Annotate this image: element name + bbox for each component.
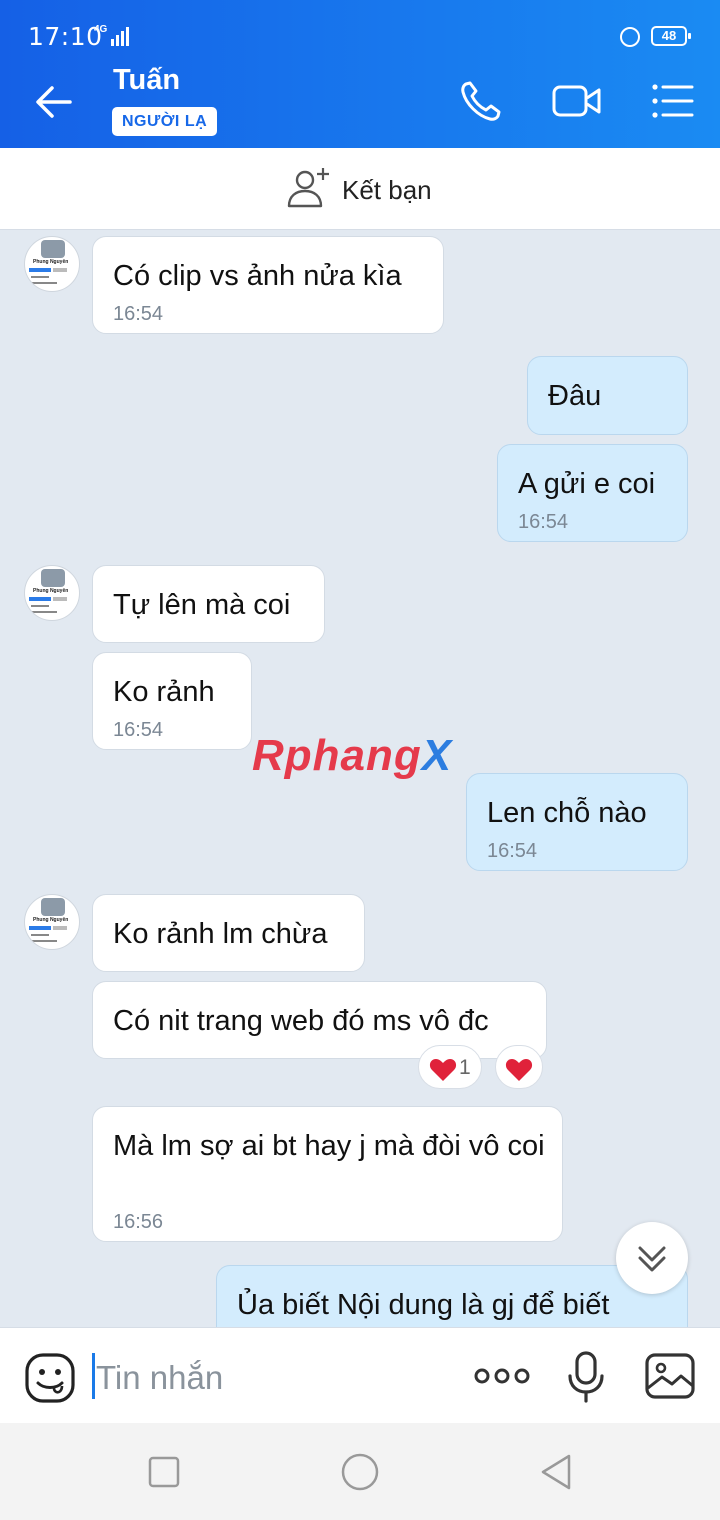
message-text: Ko rảnh lm chừa <box>113 918 328 950</box>
avatar[interactable]: Phung Nguyên <box>24 565 80 621</box>
add-friend-button[interactable]: Kết bạn <box>0 148 720 230</box>
avatar[interactable]: Phung Nguyên <box>24 894 80 950</box>
add-friend-label: Kết bạn <box>342 175 432 205</box>
image-gallery-icon[interactable] <box>644 1352 696 1400</box>
message-text: Tự lên mà coi <box>113 589 291 621</box>
avatar-detail <box>53 926 67 930</box>
message-list[interactable]: Phung Nguyên Có clip vs ảnh nửa kìa 16:5… <box>0 230 720 1327</box>
message-time: 16:56 <box>113 1211 164 1233</box>
message-composer <box>0 1327 720 1423</box>
avatar-detail <box>31 605 49 607</box>
heart-icon <box>505 1059 533 1081</box>
heart-icon <box>429 1059 457 1081</box>
message-bubble-outgoing[interactable]: A gửi e coi 16:54 <box>497 444 688 542</box>
message-bubble-incoming[interactable]: Có nit trang web đó ms vô đc <box>92 981 547 1059</box>
message-text: Có clip vs ảnh nửa kìa <box>113 260 402 292</box>
message-bubble-incoming[interactable]: Có clip vs ảnh nửa kìa 16:54 <box>92 236 444 334</box>
message-time: 16:54 <box>113 719 164 741</box>
double-chevron-down-icon <box>638 1246 666 1272</box>
message-bubble-incoming[interactable]: Mà lm sợ ai bt hay j mà đòi vô coi 16:56 <box>92 1106 563 1242</box>
message-text: Ủa biết Nội dung là gj để biết <box>237 1289 610 1321</box>
message-text: Len chỗ nào <box>487 797 647 829</box>
back-triangle-icon[interactable] <box>538 1453 574 1491</box>
reaction-summary[interactable]: 1 <box>418 1045 482 1089</box>
avatar-photo <box>41 240 65 258</box>
back-arrow-icon[interactable] <box>30 80 78 124</box>
avatar-detail <box>31 276 49 278</box>
text-cursor <box>92 1353 95 1399</box>
react-heart-button[interactable] <box>495 1045 543 1089</box>
contact-name[interactable]: Tuấn <box>113 64 180 97</box>
scroll-to-bottom-button[interactable] <box>616 1222 688 1294</box>
message-text: Mà lm sợ ai bt hay j mà đòi vô coi <box>113 1130 545 1162</box>
message-text: Ko rảnh <box>113 676 215 708</box>
avatar-name: Phung Nguyên <box>33 917 69 923</box>
message-bubble-incoming[interactable]: Ko rảnh 16:54 <box>92 652 252 750</box>
avatar-detail <box>29 268 51 272</box>
message-bubble-outgoing[interactable]: Len chỗ nào 16:54 <box>466 773 688 871</box>
avatar-detail <box>53 268 67 272</box>
add-friend-icon <box>287 168 329 208</box>
signal-icon <box>111 27 129 46</box>
message-bubble-incoming[interactable]: Tự lên mà coi <box>92 565 325 643</box>
avatar-detail <box>31 940 57 942</box>
message-input[interactable] <box>96 1356 456 1400</box>
avatar-detail <box>31 934 49 936</box>
network-type: 4G <box>94 24 108 35</box>
avatar-detail <box>29 926 51 930</box>
avatar-photo <box>41 898 65 916</box>
message-text: Có nit trang web đó ms vô đc <box>113 1005 489 1037</box>
status-time: 17:10 <box>28 22 103 51</box>
message-time: 16:54 <box>487 840 538 862</box>
microphone-icon[interactable] <box>566 1350 606 1404</box>
system-navigation-bar <box>0 1423 720 1520</box>
phone-call-icon[interactable] <box>456 76 506 126</box>
battery-level: 48 <box>651 26 691 46</box>
avatar-name: Phung Nguyên <box>33 259 69 265</box>
message-bubble-outgoing[interactable]: Đâu <box>527 356 688 435</box>
message-text: A gửi e coi <box>518 468 656 500</box>
menu-list-icon[interactable] <box>648 76 698 126</box>
message-time: 16:54 <box>518 511 569 533</box>
avatar[interactable]: Phung Nguyên <box>24 236 80 292</box>
home-icon[interactable] <box>340 1452 380 1492</box>
avatar-photo <box>41 569 65 587</box>
avatar-detail <box>53 597 67 601</box>
avatar-detail <box>31 611 57 613</box>
watermark-logo: RphangX <box>252 731 452 781</box>
avatar-detail <box>31 282 57 284</box>
message-text: Đâu <box>548 380 602 412</box>
video-call-icon[interactable] <box>552 76 602 126</box>
emoji-sticker-icon[interactable] <box>24 1352 76 1404</box>
avatar-detail <box>29 597 51 601</box>
stranger-badge: NGƯỜI LẠ <box>112 107 218 136</box>
avatar-name: Phung Nguyên <box>33 588 69 594</box>
recent-apps-icon[interactable] <box>147 1455 181 1489</box>
watermark-part2: X <box>421 731 453 780</box>
message-bubble-incoming[interactable]: Ko rảnh lm chừa <box>92 894 365 972</box>
app-header: 17:10 4G 48 Tuấn NGƯỜI LẠ <box>0 0 720 148</box>
message-time: 16:54 <box>113 303 164 325</box>
more-options-icon[interactable] <box>474 1362 530 1390</box>
status-bar: 17:10 4G 48 <box>0 0 720 52</box>
reaction-count: 1 <box>459 1056 471 1079</box>
rotation-lock-icon <box>620 27 640 47</box>
watermark-part1: Rphang <box>252 731 422 780</box>
